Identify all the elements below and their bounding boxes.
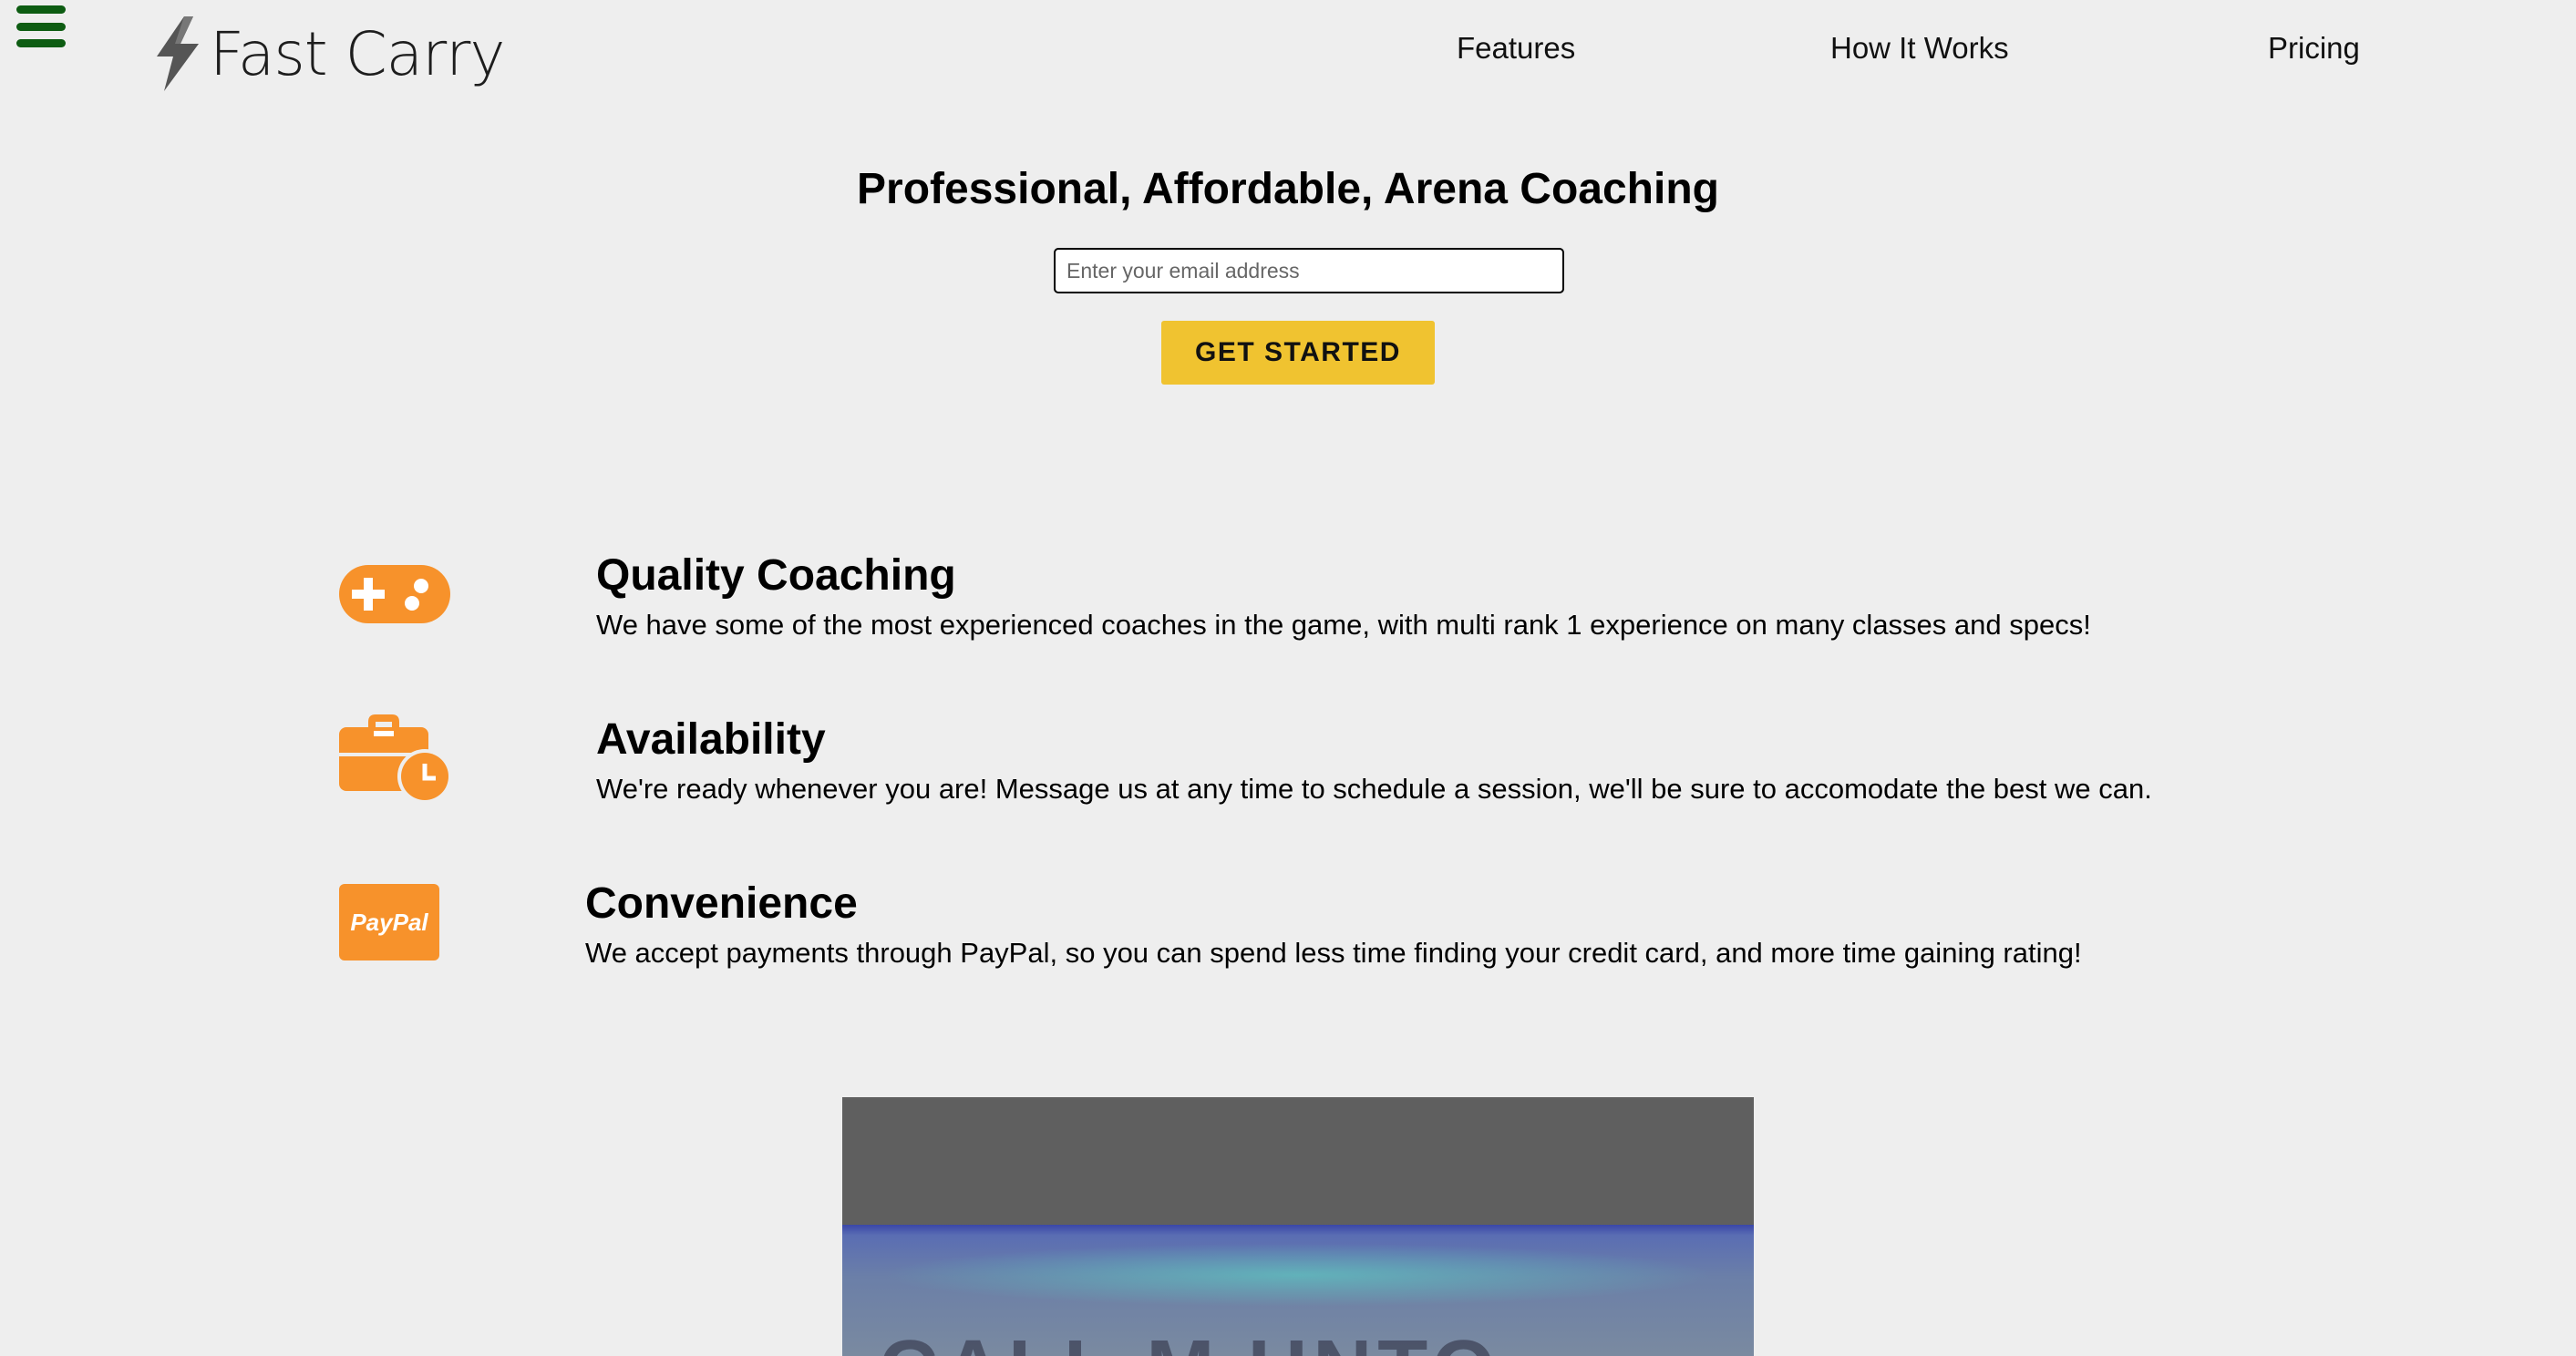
paypal-icon-label: PayPal [350,908,428,936]
nav-pricing[interactable]: Pricing [2268,31,2360,66]
feature-description: We're ready whenever you are! Message us… [596,773,2152,805]
feature-title: Quality Coaching [596,551,956,600]
get-started-button[interactable]: GET STARTED [1161,321,1435,385]
feature-description: We accept payments through PayPal, so yo… [585,937,2082,969]
logo-text: Fast Carry [210,18,505,89]
menu-bar [16,5,66,14]
lightning-bolt-icon [157,16,199,91]
nav-features[interactable]: Features [1457,31,1575,66]
video-overlay-text: CALL M UNTO [879,1323,1501,1356]
feature-title: Convenience [585,879,858,928]
gamepad-icon [339,565,450,623]
briefcase-clock-icon [339,714,452,804]
hero-title: Professional, Affordable, Arena Coaching [857,165,1719,213]
video-player[interactable]: CALL M UNTO [842,1097,1754,1356]
video-glow [879,1243,1717,1307]
logo[interactable]: Fast Carry [153,16,505,91]
paypal-icon: PayPal [339,884,439,960]
email-input[interactable] [1054,248,1564,293]
menu-bar [16,39,66,47]
feature-title: Availability [596,715,826,764]
hamburger-menu-icon[interactable] [16,5,66,47]
feature-description: We have some of the most experienced coa… [596,609,2091,641]
menu-bar [16,22,66,31]
nav-how-it-works[interactable]: How It Works [1830,31,2009,66]
